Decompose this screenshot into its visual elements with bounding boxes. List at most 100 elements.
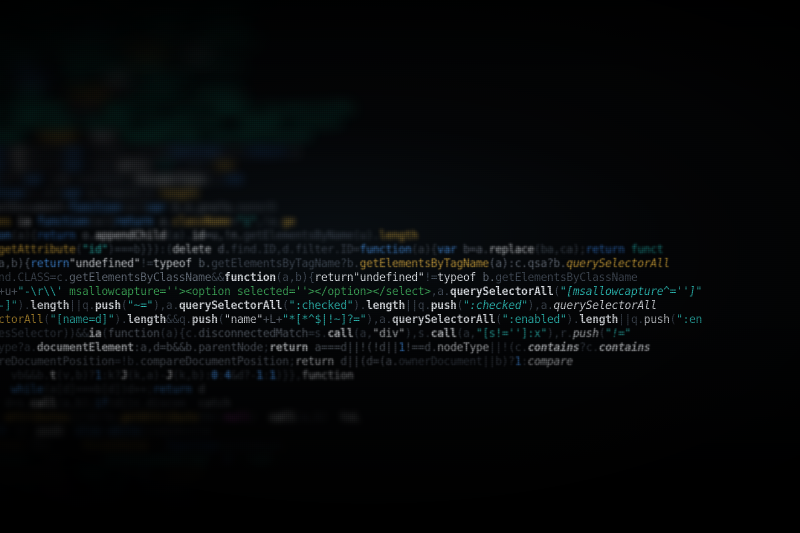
code-token: "[msallowcapture^='']" — [559, 284, 702, 298]
code-token: find — [230, 242, 257, 256]
code-token: (a){ — [120, 200, 147, 214]
code-token: "id" — [82, 242, 108, 256]
code-token: =u,!n. — [204, 228, 244, 242]
code-token: call — [269, 411, 296, 425]
code-line: a.compareDocumentPosition=!b.compareDocu… — [0, 355, 800, 369]
code-token: ),s. — [404, 327, 431, 341]
code-token: getElementsByName — [243, 228, 354, 242]
code-token: ":checked" — [288, 299, 354, 313]
code-token: ":en — [676, 313, 703, 327]
code-line: function(b){var c=b.nodeName.toLowerCase… — [0, 173, 800, 187]
code-token: push — [65, 102, 105, 116]
code-token: length — [37, 130, 78, 144]
code-token: function — [69, 200, 121, 214]
code-line: function a,b){return"undefined"!=typeof … — [0, 257, 800, 271]
code-line: erCase c.attributes||!d)?a.getAttribute(… — [0, 411, 800, 425]
code-token: ),r. — [547, 327, 573, 341]
code-token: return — [30, 256, 70, 270]
code-token: indexOf — [236, 116, 283, 130]
code-token: getElementsByTagName — [359, 256, 489, 270]
code-token: e,f=a([],c. — [82, 186, 160, 200]
code-token: ia — [17, 214, 31, 228]
code-token: return — [114, 214, 154, 228]
code-token: c — [83, 144, 97, 158]
code-line: match CHILD cache uniqueID — [0, 524, 800, 533]
code-token: className — [172, 214, 231, 228]
code-token: disconnectedMatch — [198, 327, 309, 341]
code-token: vb&&b. — [11, 369, 50, 383]
code-token: var — [146, 200, 167, 214]
code-token: function — [359, 242, 412, 256]
code-token: null — [43, 481, 70, 495]
code-token: (b){ — [0, 172, 24, 186]
code-token: splice — [146, 74, 186, 88]
code-token: "[name=d]" — [49, 313, 115, 327]
code-token: ia — [88, 327, 102, 341]
code-token: var — [23, 172, 44, 186]
code-token: length — [127, 46, 167, 60]
code-token: ge — [282, 214, 296, 228]
code-token: function — [107, 327, 160, 341]
code-token: pop — [107, 74, 128, 88]
code-token: (k,a)- — [127, 369, 167, 383]
code-token: ,b){ — [37, 144, 64, 158]
code-token: ). — [353, 299, 367, 313]
code-token: (a,b); — [56, 397, 95, 411]
code-token: push — [643, 313, 670, 327]
code-token: (a){ — [411, 242, 438, 256]
code-token: documentElement — [36, 341, 134, 355]
code-token: getElementsByClassName — [69, 270, 212, 284]
code-token: && — [211, 270, 225, 284]
code-token: arr — [69, 74, 89, 88]
code-token: ||q. — [69, 299, 95, 313]
code-token: function — [166, 439, 218, 453]
code-region-focus: tagName rbuggyQSA push apply arr slice s… — [0, 102, 800, 533]
code-token: &d?- — [230, 369, 257, 383]
code-token: a===d||!(!d|| — [308, 341, 399, 355]
code-line: "parentNode" "+" "previousSibling" 4 "od… — [0, 454, 800, 468]
code-token: "undefined" — [353, 270, 425, 284]
code-token: id — [191, 228, 205, 242]
code-token: function — [168, 144, 221, 158]
code-token: (v,b)? — [56, 369, 95, 383]
code-token: funct — [624, 242, 664, 256]
code-token: push — [572, 327, 599, 341]
code-token: setMatchers — [0, 32, 24, 46]
code-token: split — [116, 158, 149, 172]
code-token: ?b. — [340, 256, 360, 270]
code-token: "*[*^$|!~]?=" — [282, 313, 367, 327]
code-token: =c. — [49, 270, 70, 284]
code-screen-photograph: Expr createPseudo relative dir preFilter… — [0, 0, 800, 533]
code-token: function — [36, 214, 89, 228]
code-token: :k? — [101, 369, 121, 383]
code-token: byElement — [198, 32, 257, 46]
code-token: c=a. — [83, 158, 117, 172]
code-token: while — [107, 425, 141, 439]
code-token: )}}, — [275, 369, 302, 383]
code-line: 1 fa.setDocument=function(a){var b,e,g=a… — [0, 201, 800, 215]
code-token: escape — [69, 88, 108, 102]
code-token: function — [0, 509, 44, 523]
code-line: querySelectorAll("[name=d]").length&&q.p… — [0, 313, 800, 327]
code-token: ,!a. — [256, 214, 283, 228]
code-token: groups — [153, 4, 192, 18]
